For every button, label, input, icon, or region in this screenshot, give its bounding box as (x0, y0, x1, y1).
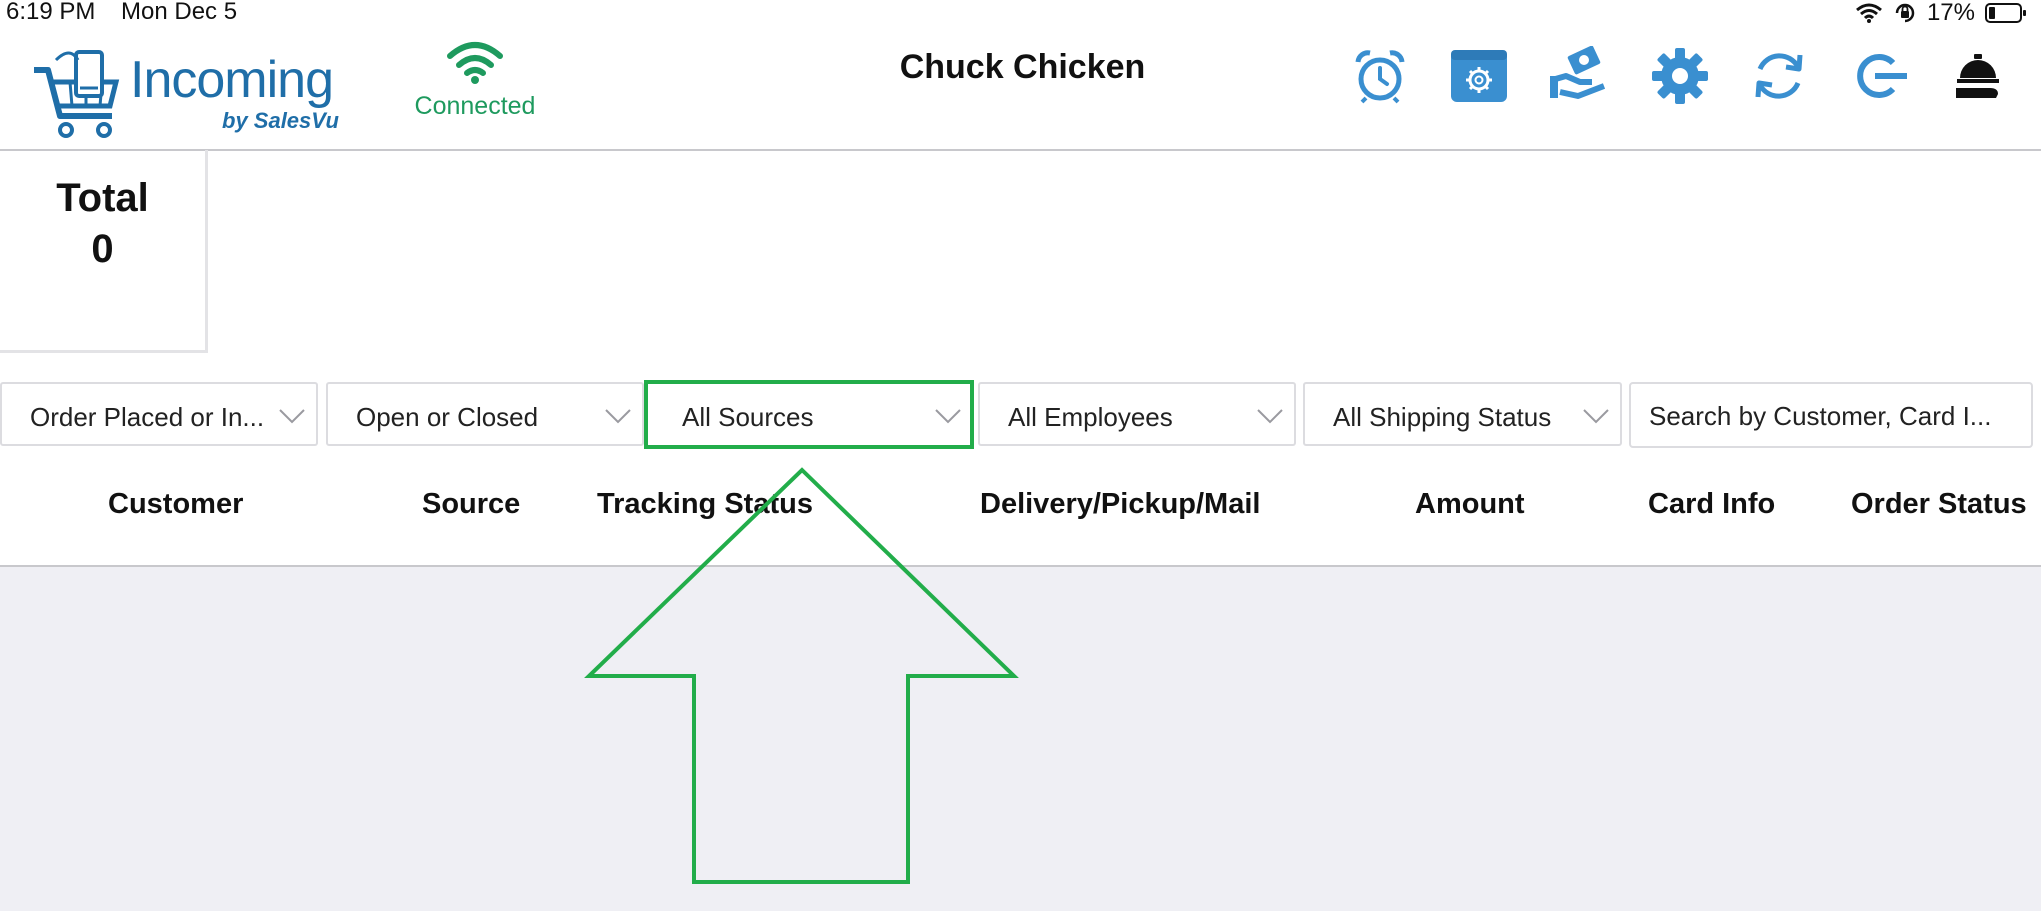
wifi-connected-icon (447, 42, 503, 84)
open-closed-filter-dropdown[interactable]: Open or Closed (326, 382, 644, 446)
column-header-amount[interactable]: Amount (1415, 488, 1525, 521)
status-date: Mon Dec 5 (121, 0, 238, 25)
search-box[interactable] (1629, 382, 2033, 448)
chevron-down-icon (1583, 409, 1609, 424)
column-header-order-status[interactable]: Order Status (1851, 488, 2027, 521)
status-time: 6:19 PM (6, 0, 96, 25)
column-header-tracking-status[interactable]: Tracking Status (597, 488, 813, 521)
employee-filter-value: All Employees (1008, 402, 1173, 432)
app-header: Incoming by SalesVu Connected Chuck Chic… (0, 26, 2041, 151)
source-filter-value: All Sources (682, 402, 814, 432)
chevron-down-icon (1257, 409, 1283, 424)
date-filter-dropdown[interactable]: Order Placed or In... (0, 382, 318, 446)
orders-list (0, 567, 2041, 911)
column-header-source[interactable]: Source (422, 488, 520, 521)
column-header-delivery[interactable]: Delivery/Pickup/Mail (980, 488, 1260, 521)
shipping-filter-value: All Shipping Status (1333, 402, 1552, 432)
chevron-down-icon (605, 409, 631, 424)
store-name: Chuck Chicken (899, 48, 1146, 86)
status-bar: 6:19 PM Mon Dec 5 17% (0, 0, 2041, 26)
alarm-clock-icon[interactable] (1348, 44, 1412, 108)
open-closed-filter-value: Open or Closed (356, 402, 539, 432)
total-label: Total (56, 176, 149, 220)
column-header-customer[interactable]: Customer (108, 488, 243, 521)
app-vendor: by SalesVu (222, 108, 339, 133)
payment-hand-icon[interactable] (1547, 44, 1611, 108)
logout-icon[interactable] (1848, 44, 1912, 108)
orientation-lock-icon (1895, 3, 1915, 23)
source-filter-dropdown[interactable]: All Sources (644, 380, 974, 449)
chevron-down-icon (935, 409, 961, 424)
gear-icon[interactable] (1648, 44, 1712, 108)
search-input[interactable] (1647, 396, 2021, 436)
shopping-cart-icon (34, 50, 120, 138)
employee-filter-dropdown[interactable]: All Employees (978, 382, 1296, 446)
battery-icon (1985, 3, 2026, 23)
total-summary-card: Total 0 (0, 150, 208, 353)
refresh-icon[interactable] (1747, 44, 1811, 108)
connection-status: Connected (410, 40, 540, 130)
status-indicators: 17% (1855, 0, 2027, 26)
connection-label: Connected (414, 92, 536, 120)
battery-percentage: 17% (1926, 0, 1975, 26)
app-logo: Incoming by SalesVu (30, 40, 340, 140)
shipping-filter-dropdown[interactable]: All Shipping Status (1303, 382, 1622, 446)
app-name: Incoming (130, 51, 334, 109)
date-filter-value: Order Placed or In... (30, 402, 265, 432)
store-settings-icon[interactable] (1447, 44, 1511, 108)
wifi-icon (1855, 3, 1882, 23)
chevron-down-icon (279, 409, 305, 424)
total-value: 0 (91, 227, 114, 271)
service-bell-icon[interactable] (1946, 44, 2010, 108)
column-header-card-info[interactable]: Card Info (1648, 488, 1775, 521)
